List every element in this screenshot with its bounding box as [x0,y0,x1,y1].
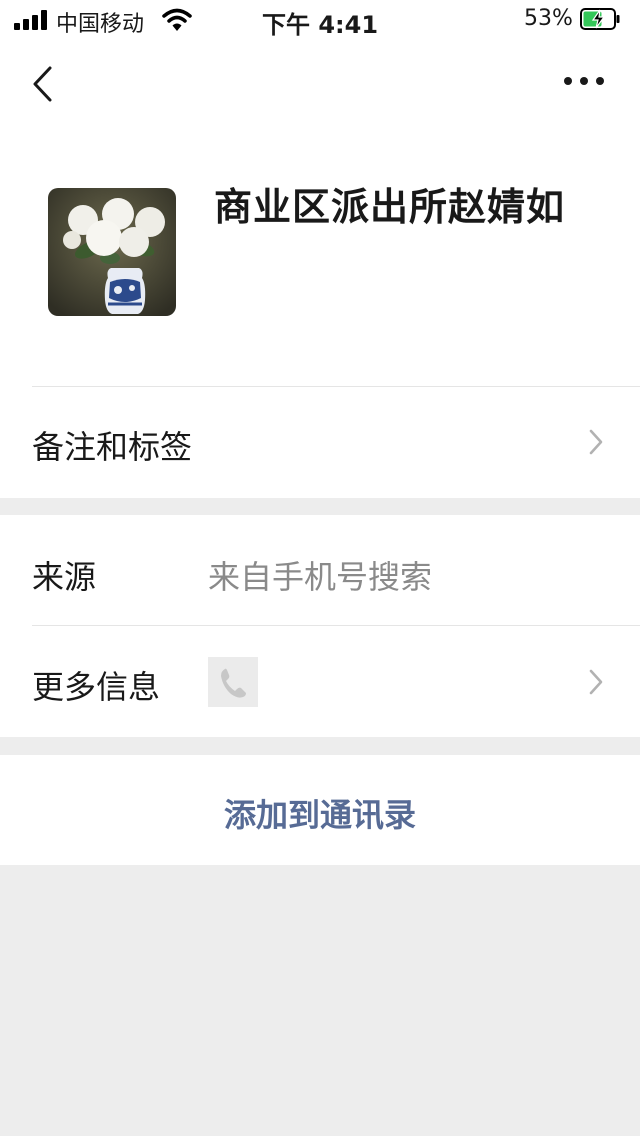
chevron-right-icon [589,669,603,695]
phone-icon [208,657,258,707]
avatar[interactable] [48,188,176,316]
contact-name: 商业区派出所赵婧如 [214,185,566,229]
add-to-contacts-label: 添加到通讯录 [223,796,416,834]
back-icon[interactable] [28,64,60,104]
source-label: 来源 [32,558,97,596]
more-info-label: 更多信息 [32,668,161,706]
more-icon[interactable] [562,74,606,88]
chevron-right-icon [589,429,603,455]
source-value: 来自手机号搜索 [208,558,433,596]
remarks-tags-label: 备注和标签 [32,428,193,466]
battery-icon [580,8,620,30]
battery-percent: 53% [524,6,573,31]
avatar-image [48,188,176,316]
